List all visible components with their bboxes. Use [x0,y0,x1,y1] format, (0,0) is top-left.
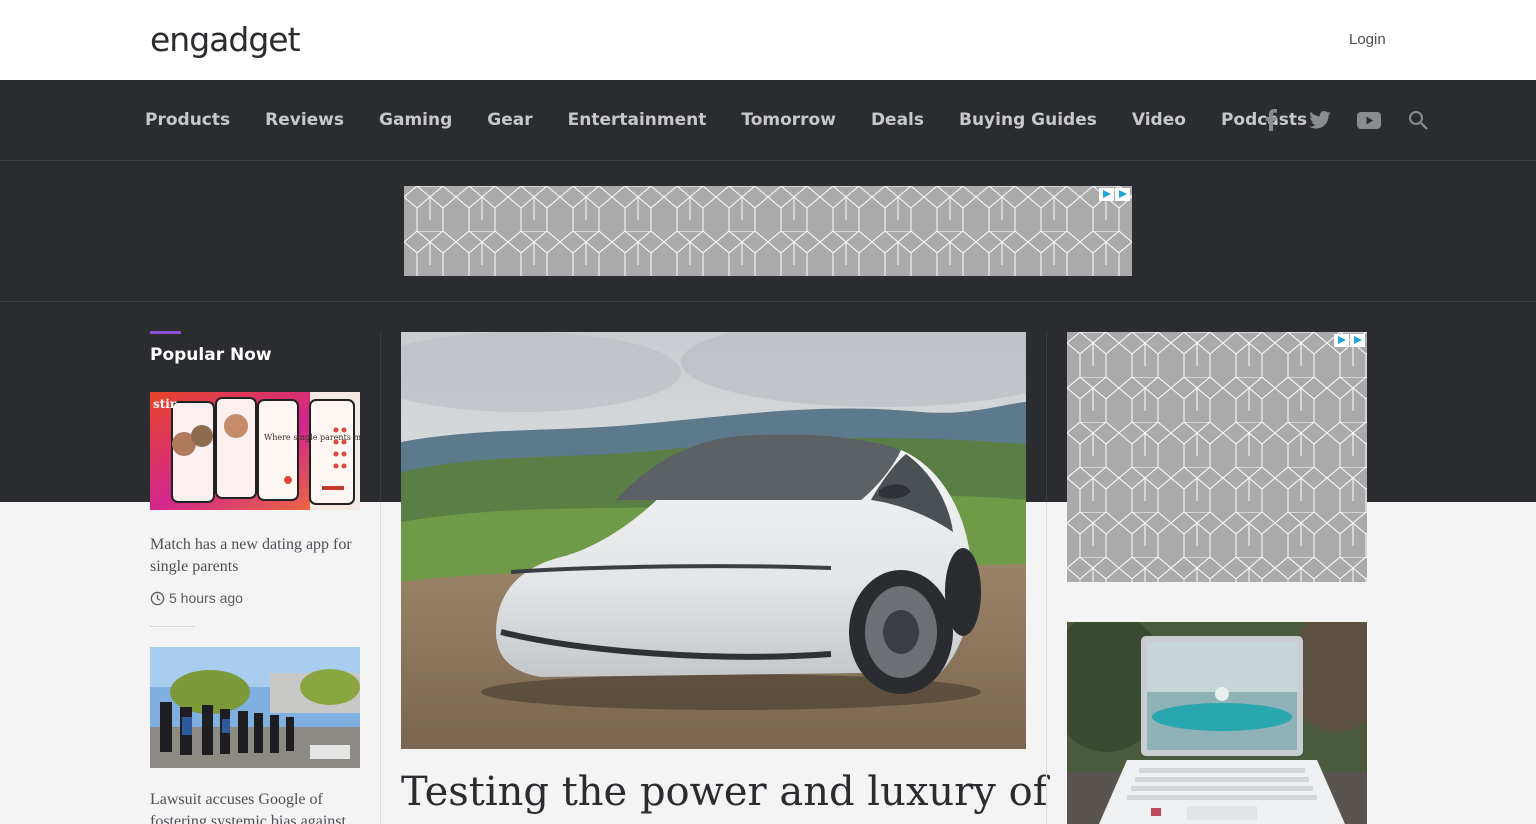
popular-item[interactable]: Lawsuit accuses Google of fostering syst… [150,647,360,824]
column-divider [1046,332,1047,502]
search-icon[interactable] [1405,107,1431,133]
nav-item-video[interactable]: Video [1132,110,1186,130]
top-header: engadget Login [0,0,1536,80]
column-divider [1046,502,1047,824]
popular-now-column: Popular Now stir Where single parents m … [150,331,360,824]
popular-item[interactable]: stir Where single parents meet. Match ha… [150,392,360,627]
engadget-logo[interactable]: engadget [150,22,301,58]
popular-item-image[interactable]: stir Where single parents meet. [150,392,360,510]
twitter-icon[interactable] [1307,107,1333,133]
main-nav: Products Reviews Gaming Gear Entertainme… [0,80,1536,161]
login-link[interactable]: Login [1349,31,1386,48]
column-divider [380,502,381,824]
stir-tagline: Where single parents meet. [264,433,360,442]
youtube-icon[interactable] [1356,107,1382,133]
ad-band [0,161,1536,302]
nav-item-products[interactable]: Products [145,110,230,130]
popular-item-image[interactable] [150,647,360,768]
clock-icon [150,591,165,605]
popular-item-time-text: 5 hours ago [169,590,243,606]
popular-item-time: 5 hours ago [150,590,360,606]
sidebar-ad[interactable] [1067,332,1367,582]
popular-item-title[interactable]: Match has a new dating app for single pa… [150,534,360,578]
popular-item-title[interactable]: Lawsuit accuses Google of fostering syst… [150,789,360,824]
nav-item-buying-guides[interactable]: Buying Guides [959,110,1097,130]
nav-item-tomorrow[interactable]: Tomorrow [741,110,836,130]
adchoices-icon[interactable] [1098,188,1130,201]
ad-banner[interactable] [404,186,1132,276]
hero-article-title[interactable]: Testing the power and luxury of [401,766,1048,818]
hero-article-image[interactable] [401,332,1026,749]
nav-item-gaming[interactable]: Gaming [379,110,452,130]
divider [150,626,195,627]
sidebar-article-image[interactable] [1067,622,1367,824]
popular-now-heading: Popular Now [150,345,272,365]
nav-item-gear[interactable]: Gear [487,110,532,130]
nav-item-entertainment[interactable]: Entertainment [568,110,707,130]
adchoices-icon[interactable] [1333,334,1365,347]
ad-placeholder-pattern [404,186,1132,276]
facebook-icon[interactable] [1258,107,1284,133]
popular-accent-bar [150,331,181,334]
stir-logo: stir [153,397,177,411]
ad-placeholder-pattern [1067,332,1367,582]
nav-item-reviews[interactable]: Reviews [265,110,344,130]
nav-item-deals[interactable]: Deals [871,110,924,130]
